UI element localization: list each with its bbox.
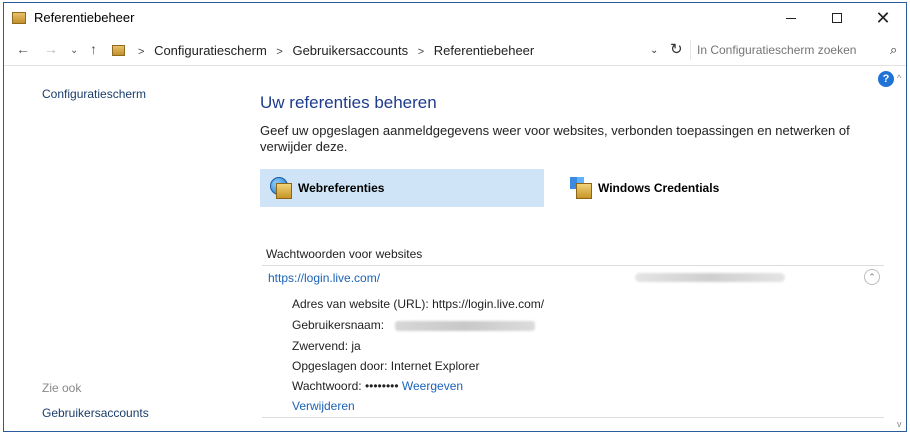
detail-roaming-row: Zwervend: ja	[292, 339, 361, 353]
detail-saved-by-row: Opgeslagen door: Internet Explorer	[292, 359, 479, 373]
up-arrow-icon[interactable]: ↑	[90, 41, 97, 57]
tab-web-credentials[interactable]: Webreferenties	[260, 169, 544, 207]
detail-saved-by-value: Internet Explorer	[390, 359, 480, 373]
detail-roaming-label: Zwervend:	[292, 339, 349, 353]
web-credentials-icon	[270, 177, 292, 199]
recent-locations-chevron-icon[interactable]: ⌄	[70, 45, 78, 56]
sidebar: Configuratiescherm Zie ook Gebruikersacc…	[4, 67, 244, 431]
detail-username-label: Gebruikersnaam:	[292, 318, 385, 332]
refresh-icon[interactable]: ↻	[670, 40, 683, 58]
breadcrumb-item-credential-manager[interactable]: Referentiebeheer	[434, 43, 534, 58]
window-title: Referentiebeheer	[34, 10, 135, 25]
section-heading: Wachtwoorden voor websites	[266, 247, 423, 261]
page-title: Uw referenties beheren	[260, 93, 437, 112]
detail-password-label: Wachtwoord:	[292, 379, 362, 393]
scroll-up-arrow-icon[interactable]: ^	[897, 73, 901, 83]
remove-credential-link[interactable]: Verwijderen	[292, 399, 355, 413]
detail-saved-by-label: Opgeslagen door:	[292, 359, 388, 373]
maximize-icon	[832, 13, 842, 23]
address-dropdown-chevron-icon[interactable]: ⌄	[650, 45, 658, 56]
scroll-down-arrow-icon[interactable]: v	[897, 419, 902, 429]
blurred-account-name	[635, 273, 785, 282]
detail-password-row: Wachtwoord: •••••••• Weergeven	[292, 379, 463, 393]
breadcrumb: > Configuratiescherm > Gebruikersaccount…	[132, 43, 534, 58]
back-arrow-icon[interactable]: ←	[16, 41, 30, 57]
blurred-username	[395, 320, 536, 331]
title-bar[interactable]: Referentiebeheer ✕	[4, 3, 906, 33]
search-icon[interactable]: ⌕	[890, 42, 897, 58]
tab-web-credentials-label: Webreferenties	[298, 181, 385, 195]
detail-username-row: Gebruikersnaam:	[292, 318, 536, 332]
credential-manager-icon	[12, 12, 26, 24]
breadcrumb-item-user-accounts[interactable]: Gebruikersaccounts	[292, 43, 408, 58]
sidebar-link-control-panel[interactable]: Configuratiescherm	[42, 87, 146, 101]
detail-url-label: Adres van website (URL):	[292, 297, 429, 311]
tab-windows-credentials-label: Windows Credentials	[598, 181, 720, 195]
detail-url-row: Adres van website (URL): https://login.l…	[292, 297, 544, 311]
show-password-link[interactable]: Weergeven	[402, 379, 463, 393]
vault-icon	[576, 183, 592, 199]
breadcrumb-separator: >	[138, 46, 145, 58]
see-also-heading: Zie ook	[42, 381, 82, 395]
windows-credentials-icon	[570, 177, 592, 199]
close-button[interactable]: ✕	[860, 3, 906, 33]
minimize-button[interactable]	[768, 3, 814, 33]
entry-divider	[262, 417, 884, 418]
search-input[interactable]	[691, 40, 869, 60]
credential-entry-url[interactable]: https://login.live.com/	[268, 271, 380, 285]
maximize-button[interactable]	[814, 3, 860, 33]
search-box[interactable]	[690, 40, 879, 60]
page-description: Geef uw opgeslagen aanmeldgegevens weer …	[260, 123, 850, 154]
detail-roaming-value: ja	[351, 339, 361, 353]
minimize-icon	[786, 17, 796, 19]
detail-password-value: ••••••••	[364, 379, 399, 393]
breadcrumb-separator: >	[417, 46, 425, 58]
control-panel-icon	[112, 45, 125, 56]
collapse-chevron-icon[interactable]: ⌃	[864, 269, 880, 285]
help-icon[interactable]: ?	[878, 71, 894, 87]
breadcrumb-item-control-panel[interactable]: Configuratiescherm	[154, 43, 267, 58]
detail-url-value: https://login.live.com/	[432, 297, 545, 311]
forward-arrow-icon[interactable]: →	[44, 41, 58, 57]
credential-manager-window: Referentiebeheer ✕ ← → ⌄ ↑ > Configurati…	[3, 2, 907, 432]
navigation-bar: ← → ⌄ ↑ > Configuratiescherm > Gebruiker…	[4, 35, 906, 66]
breadcrumb-separator: >	[276, 46, 283, 58]
vault-icon	[276, 183, 292, 199]
credential-entry-header[interactable]: https://login.live.com/ ⌃	[260, 265, 884, 289]
tab-windows-credentials[interactable]: Windows Credentials	[560, 169, 844, 207]
sidebar-link-user-accounts[interactable]: Gebruikersaccounts	[42, 406, 149, 420]
